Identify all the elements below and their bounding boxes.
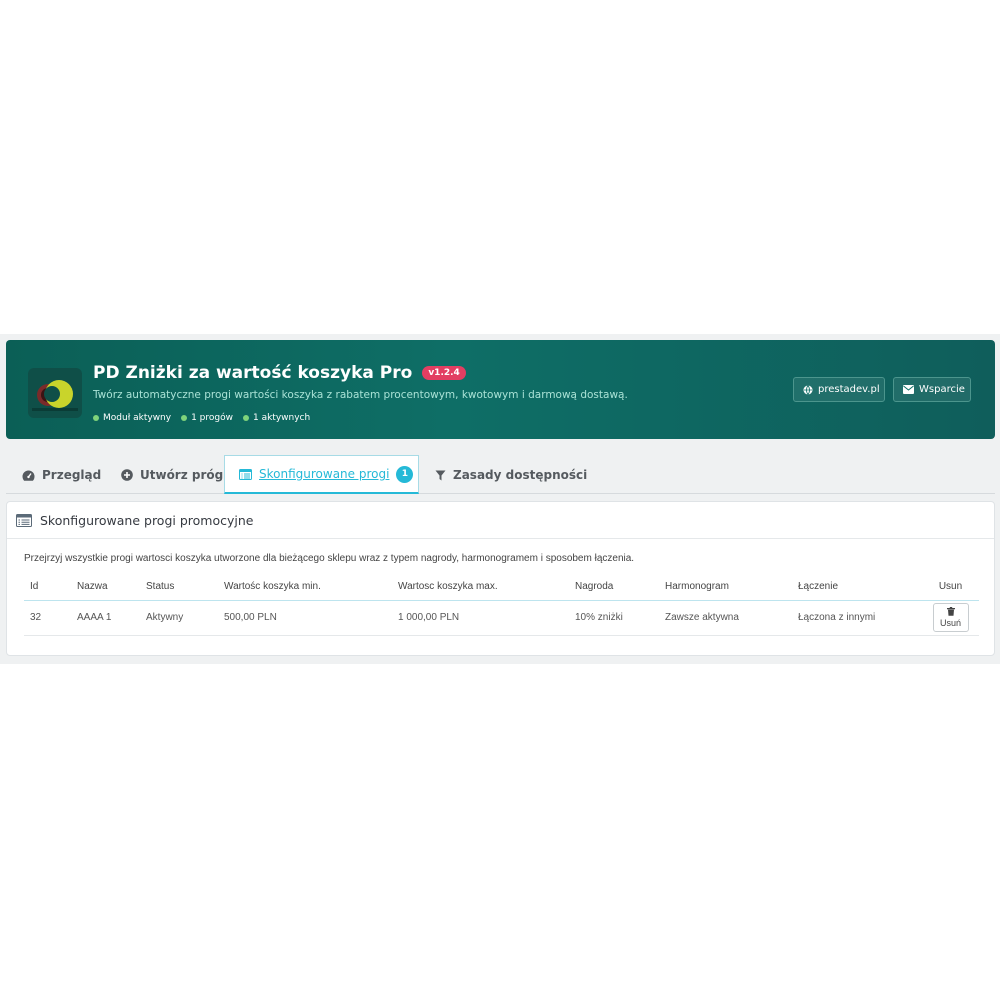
column-header-max-value[interactable]: Wartosc koszyka max. xyxy=(392,573,569,601)
support-button[interactable]: Wsparcie xyxy=(893,377,971,402)
status-dot-icon xyxy=(181,415,188,421)
stat-label: 1 progów xyxy=(191,413,233,423)
remove-button[interactable]: Usuń xyxy=(932,603,969,632)
column-header-name[interactable]: Nazwa xyxy=(71,573,140,601)
stat-thresholds-count: 1 progów xyxy=(181,413,233,423)
table-row: 32 AAAA 1 Aktywny 500,00 PLN 1 000,00 PL… xyxy=(24,600,979,636)
configured-thresholds-panel: Skonfigurowane progi promocyjne Przejrzy… xyxy=(6,501,995,656)
column-header-reward[interactable]: Nagroda xyxy=(569,573,659,601)
panel-header: Skonfigurowane progi promocyjne xyxy=(7,502,994,539)
module-stats: Moduł aktywny 1 progów 1 aktywnych xyxy=(93,413,310,423)
cell-max-value: 1 000,00 PLN xyxy=(392,600,569,636)
column-header-remove: Usun xyxy=(922,573,979,601)
column-header-status[interactable]: Status xyxy=(140,573,218,601)
stat-active-count: 1 aktywnych xyxy=(242,413,311,423)
stat-label: Moduł aktywny xyxy=(103,413,172,423)
count-badge: 1 xyxy=(396,465,414,483)
filter-icon xyxy=(435,470,446,480)
tab-configured-thresholds[interactable]: Skonfigurowane progi 1 xyxy=(224,455,419,494)
column-header-combination[interactable]: Łączenie xyxy=(792,573,922,601)
cell-schedule: Zawsze aktywna xyxy=(659,600,792,636)
cell-status: Aktywny xyxy=(140,600,218,636)
table-header-row: Id Nazwa Status Wartośc koszyka min. War… xyxy=(24,573,979,601)
panel-title: Skonfigurowane progi promocyjne xyxy=(40,512,254,528)
tab-overview[interactable]: Przegląd xyxy=(22,456,101,494)
envelope-icon xyxy=(903,385,914,394)
module-tabs: Przegląd Utwórz próg Skonfigurowane prog… xyxy=(6,455,995,494)
tab-label: Skonfigurowane progi xyxy=(259,467,390,481)
stat-module-active: Moduł aktywny xyxy=(93,413,171,423)
cell-combination: Łączona z innymi xyxy=(792,600,922,636)
module-page: PD Zniżki za wartość koszyka Pro v1.2.4 … xyxy=(0,334,1000,664)
tab-label: Przegląd xyxy=(42,468,102,482)
website-button-label: prestadev.pl xyxy=(818,384,880,395)
list-icon xyxy=(16,513,32,527)
module-logo xyxy=(28,368,82,418)
cell-id: 32 xyxy=(24,600,71,636)
version-badge: v1.2.4 xyxy=(422,366,466,380)
tab-create-threshold[interactable]: Utwórz próg xyxy=(121,456,223,494)
website-button[interactable]: prestadev.pl xyxy=(793,377,885,402)
dashboard-icon xyxy=(22,470,35,481)
plus-circle-icon xyxy=(121,469,133,481)
column-header-schedule[interactable]: Harmonogram xyxy=(659,573,792,601)
column-header-id[interactable]: Id xyxy=(24,573,71,601)
column-header-min-value[interactable]: Wartośc koszyka min. xyxy=(218,573,392,601)
thresholds-table: Id Nazwa Status Wartośc koszyka min. War… xyxy=(24,573,979,636)
tab-label: Zasady dostępności xyxy=(453,468,588,482)
cell-name: AAAA 1 xyxy=(71,600,140,636)
status-dot-icon xyxy=(93,415,99,421)
tab-label: Utwórz próg xyxy=(140,468,224,482)
globe-icon xyxy=(803,384,813,395)
module-subtitle: Twórz automatyczne progi wartości koszyk… xyxy=(93,389,628,401)
module-title: PD Zniżki za wartość koszyka Pro xyxy=(93,363,413,383)
trash-icon xyxy=(946,607,955,616)
module-header-banner: PD Zniżki za wartość koszyka Pro v1.2.4 … xyxy=(6,340,995,439)
stat-label: 1 aktywnych xyxy=(252,413,311,423)
tab-availability-rules[interactable]: Zasady dostępności xyxy=(435,456,587,494)
panel-description: Przejrzyj wszystkie progi wartosci koszy… xyxy=(24,553,635,564)
cell-min-value: 500,00 PLN xyxy=(218,600,392,636)
list-icon xyxy=(239,468,252,480)
remove-button-label: Usuń xyxy=(939,618,961,628)
support-button-label: Wsparcie xyxy=(919,384,965,395)
cell-remove: Usuń xyxy=(922,600,979,636)
status-dot-icon xyxy=(242,415,249,421)
cell-reward: 10% zniżki xyxy=(569,600,659,636)
